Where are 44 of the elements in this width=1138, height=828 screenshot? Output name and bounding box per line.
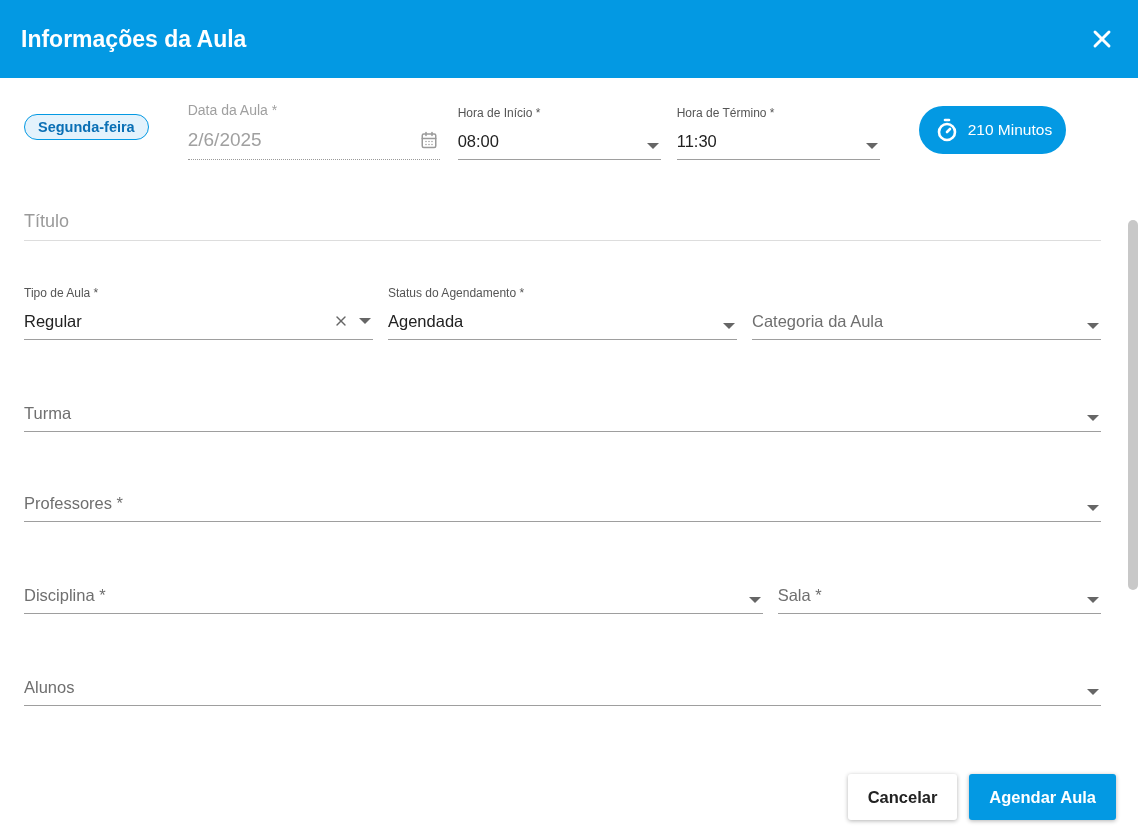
caret-icon — [748, 597, 761, 603]
scrollbar-thumb[interactable] — [1128, 220, 1138, 590]
select-field[interactable]: Professores * — [24, 466, 1101, 522]
caret-icon — [1087, 689, 1099, 695]
field-label: Hora de Início * — [457, 106, 541, 120]
field-label: Alunos — [24, 678, 75, 697]
field-label: Status do Agendamento * — [388, 286, 525, 300]
field-label: Disciplina * — [24, 586, 106, 605]
field-value: Regular — [24, 312, 82, 331]
caret-icon — [1087, 597, 1099, 603]
select-field[interactable]: Alunos — [24, 650, 1101, 706]
field-label: Turma — [24, 404, 72, 423]
placeholder-text: Título — [24, 211, 70, 232]
time-select[interactable]: Hora de Término * 11:30 — [676, 104, 880, 160]
title-input[interactable]: Título — [24, 185, 1101, 241]
time-select[interactable]: Hora de Início * 08:00 — [457, 104, 661, 160]
caret-icon — [865, 143, 878, 149]
caret-icon — [1087, 323, 1099, 329]
cancel-button[interactable]: Cancelar — [847, 774, 958, 820]
caret-icon — [1087, 505, 1099, 511]
caret-icon — [723, 323, 735, 329]
field-label: Tipo de Aula * — [24, 286, 99, 300]
select-field[interactable]: Tipo de Aula * Regular — [24, 284, 373, 340]
caret-icon — [646, 143, 659, 149]
select-field[interactable]: Categoria da Aula — [752, 284, 1101, 340]
schedule-button[interactable]: Agendar Aula — [969, 774, 1116, 820]
field-value: Agendada — [388, 312, 464, 331]
field-value: 11:30 — [676, 132, 717, 151]
field-label: Data da Aula * — [187, 102, 278, 118]
field-label: Professores * — [24, 494, 124, 513]
weekday-chip: Segunda-feira — [24, 114, 149, 140]
field-label: Hora de Término * — [676, 106, 775, 120]
field-label: Sala * — [777, 586, 822, 605]
field-value: 08:00 — [457, 132, 499, 151]
duration-button[interactable]: 210 Minutos — [918, 106, 1067, 154]
caret-icon — [1087, 415, 1099, 421]
select-field[interactable]: Sala * — [777, 558, 1101, 614]
select-field[interactable]: Status do Agendamento * Agendada — [388, 284, 737, 340]
field-value: 2/6/2025 — [187, 129, 262, 151]
caret-icon — [359, 318, 371, 324]
select-field[interactable]: Disciplina * — [24, 558, 763, 614]
select-field[interactable]: Turma — [24, 376, 1101, 432]
field-label: Categoria da Aula — [752, 312, 884, 331]
dialog-title: Informações da Aula — [21, 25, 247, 53]
